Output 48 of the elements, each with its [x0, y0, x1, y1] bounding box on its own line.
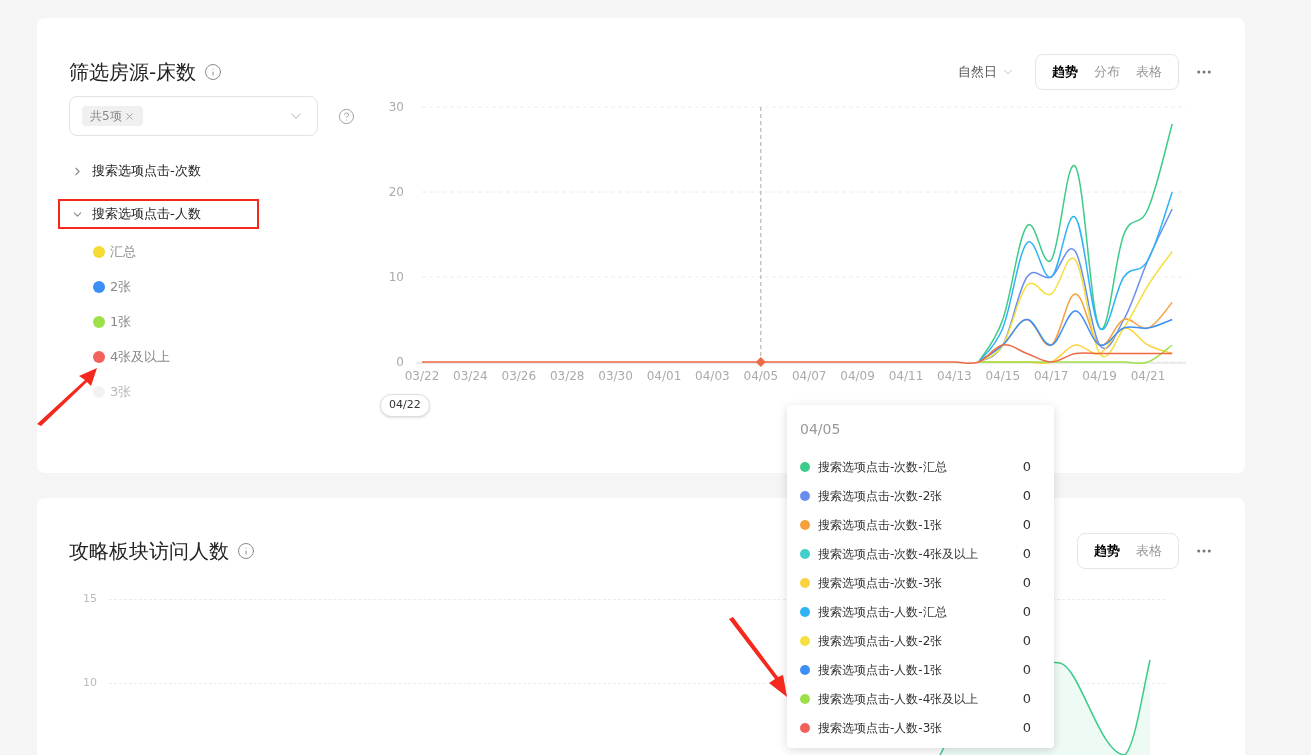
series-name: 搜索选项点击-次数-汇总	[818, 458, 947, 476]
x-axis-label: 03/28	[549, 369, 585, 383]
card-title: 攻略板块访问人数	[69, 538, 229, 565]
series-name: 搜索选项点击-人数-2张	[818, 632, 943, 650]
x-axis-label: 04/11	[888, 369, 924, 383]
series-name: 搜索选项点击-次数-1张	[818, 516, 943, 534]
card-title: 筛选房源-床数	[69, 59, 197, 86]
series-value: 0	[1022, 544, 1031, 563]
x-axis-label: 04/19	[1082, 369, 1117, 383]
y-axis-label: 0	[396, 355, 404, 369]
x-axis-label: 04/01	[646, 369, 682, 383]
y-axis-label: 15	[82, 590, 97, 607]
series-name: 搜索选项点击-人数-3张	[818, 719, 943, 737]
y-axis-label: 10	[82, 674, 97, 691]
selection-tag: 共5项	[82, 106, 143, 126]
series-value: 0	[1022, 718, 1031, 737]
series-value: 0	[1022, 660, 1031, 679]
series-value: 0	[1022, 602, 1031, 621]
x-axis-label: 03/30	[598, 369, 633, 383]
x-axis-label: 04/09	[840, 369, 875, 383]
y-axis-label: 20	[388, 185, 404, 199]
series-name: 搜索选项点击-人数-1张	[818, 661, 943, 679]
x-axis-label: 04/17	[1033, 369, 1069, 383]
x-axis-label: 04/21	[1130, 369, 1166, 383]
tooltip-title: 04/05	[800, 420, 842, 439]
x-axis-label: 04/15	[985, 369, 1021, 383]
x-axis-label: 03/24	[453, 369, 488, 383]
x-axis-label: 04/03	[695, 369, 730, 383]
series-value: 0	[1022, 573, 1031, 592]
x-axis-label: 04/05	[743, 369, 779, 383]
series-name: 搜索选项点击-人数-4张及以上	[818, 690, 979, 708]
series-value: 0	[1022, 486, 1031, 505]
series-name: 搜索选项点击-人数-汇总	[818, 603, 947, 621]
series-value: 0	[1022, 689, 1031, 708]
x-axis-label: 03/26	[501, 369, 537, 383]
series-value: 0	[1022, 457, 1031, 476]
tree-group-label: 搜索选项点击-人数	[92, 205, 201, 224]
series-name: 搜索选项点击-次数-3张	[818, 574, 943, 592]
y-axis-label: 30	[388, 100, 404, 114]
tree-group-label: 搜索选项点击-次数	[92, 162, 201, 181]
x-axis-label: 03/22	[404, 369, 440, 383]
x-axis-label: 04/07	[791, 369, 827, 383]
series-name: 搜索选项点击-次数-2张	[818, 487, 943, 505]
series-name: 搜索选项点击-次数-4张及以上	[818, 545, 979, 563]
series-value: 0	[1022, 515, 1031, 534]
x-axis-label: 04/13	[937, 369, 972, 383]
series-value: 0	[1022, 631, 1031, 650]
y-axis-label: 10	[388, 270, 404, 284]
